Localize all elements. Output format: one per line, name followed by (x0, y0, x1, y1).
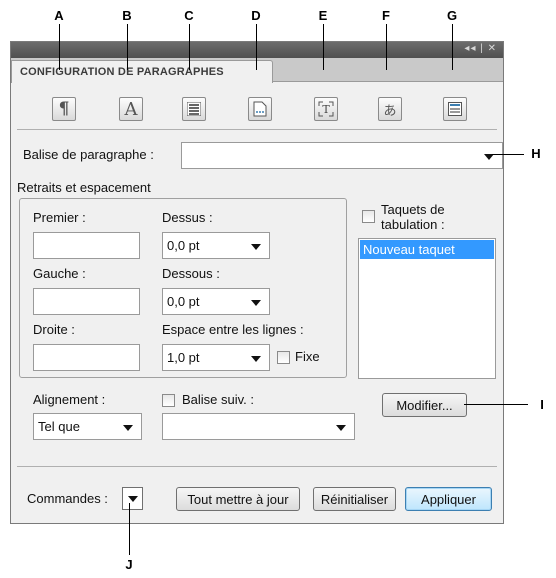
frame-glyph-icon: T (318, 101, 334, 117)
tab-paragraph-settings[interactable]: CONFIGURATION DE PARAGRAPHES (11, 60, 273, 83)
page-break-icon[interactable] (248, 97, 272, 121)
callout-line-a (59, 24, 60, 70)
callout-d: D (251, 8, 261, 23)
chevron-down-icon[interactable] (336, 425, 346, 431)
fixed-label: Fixe (295, 349, 320, 364)
callout-i: I (540, 397, 544, 412)
space-below-value: 0,0 pt (167, 294, 200, 309)
tab-stops-label: Taquets de tabulation : (381, 202, 445, 232)
page-glyph-icon (253, 101, 267, 117)
next-tag-label: Balise suiv. : (182, 392, 255, 407)
paragraph-tag-combo[interactable] (181, 142, 503, 169)
left-indent-field[interactable] (33, 288, 140, 315)
commands-label: Commandes : (27, 491, 108, 506)
lines-glyph-icon (187, 102, 201, 116)
indents-section-title: Retraits et espacement (17, 180, 151, 195)
space-above-value: 0,0 pt (167, 238, 200, 253)
callout-f: F (382, 8, 390, 23)
left-indent-label: Gauche : (33, 266, 86, 281)
chevron-down-icon (128, 496, 138, 502)
callout-line-h (492, 154, 524, 155)
chevron-down-icon[interactable] (251, 300, 261, 306)
callout-g: G (446, 8, 458, 23)
paragraph-settings-panel: ◂◂ | ✕ CONFIGURATION DE PARAGRAPHES ¶ A … (10, 41, 504, 524)
alignment-value: Tel que (38, 419, 80, 434)
next-tag-checkbox[interactable] (162, 394, 175, 407)
alignment-combo[interactable]: Tel que (33, 413, 142, 440)
apply-button[interactable]: Appliquer (405, 487, 492, 511)
footer-separator (17, 466, 497, 467)
line-spacing-combo[interactable]: 1,0 pt (162, 344, 270, 371)
callout-a: A (54, 8, 64, 23)
commands-menu-button[interactable] (122, 487, 143, 510)
japanese-glyph: あ (383, 103, 397, 119)
tab-stops-checkbox[interactable] (362, 210, 375, 223)
alignment-label: Alignement : (33, 392, 106, 407)
update-all-button[interactable]: Tout mettre à jour (176, 487, 300, 511)
svg-text:T: T (322, 103, 330, 116)
callout-b: B (122, 8, 132, 23)
callout-line-j (129, 503, 130, 555)
space-above-combo[interactable]: 0,0 pt (162, 232, 270, 259)
chevron-down-icon[interactable] (251, 244, 261, 250)
right-indent-field[interactable] (33, 344, 140, 371)
pilcrow-icon[interactable]: ¶ (52, 97, 76, 121)
panel-titlebar: ◂◂ | ✕ (11, 42, 503, 58)
callout-line-f (386, 24, 387, 70)
callout-line-b (127, 24, 128, 70)
japanese-text-icon[interactable]: あ (378, 97, 402, 121)
pilcrow-glyph: ¶ (58, 99, 70, 119)
icon-row-separator (17, 129, 497, 130)
line-spacing-label: Espace entre les lignes : (162, 322, 304, 337)
callout-line-c (189, 24, 190, 70)
space-above-label: Dessus : (162, 210, 213, 225)
callout-h: H (531, 146, 541, 161)
next-tag-combo[interactable] (162, 413, 355, 440)
reset-button[interactable]: Réinitialiser (313, 487, 396, 511)
chevron-down-icon[interactable] (123, 425, 133, 431)
numbering-list-icon[interactable] (443, 97, 467, 121)
fixed-checkbox[interactable] (277, 351, 290, 364)
first-indent-label: Premier : (33, 210, 86, 225)
space-below-label: Dessous : (162, 266, 220, 281)
callout-line-e (323, 24, 324, 70)
chevron-down-icon[interactable] (251, 356, 261, 362)
tab-stops-list[interactable]: Nouveau taquet (358, 238, 496, 379)
modify-button[interactable]: Modifier... (382, 393, 467, 417)
tab-stops-list-item-selected[interactable]: Nouveau taquet (360, 240, 494, 259)
callout-line-i (464, 404, 528, 405)
character-format-icon[interactable]: A (119, 97, 143, 121)
collapse-close-controls[interactable]: ◂◂ | ✕ (464, 43, 497, 54)
text-frame-icon[interactable]: T (314, 97, 338, 121)
callout-line-g (452, 24, 453, 70)
callout-e: E (318, 8, 328, 23)
space-below-combo[interactable]: 0,0 pt (162, 288, 270, 315)
character-glyph: A (124, 98, 138, 120)
callout-j: J (125, 557, 133, 572)
line-spacing-value: 1,0 pt (167, 350, 200, 365)
callout-c: C (184, 8, 194, 23)
list-glyph-icon (448, 102, 462, 116)
paragraph-lines-icon[interactable] (182, 97, 206, 121)
callout-line-d (256, 24, 257, 70)
paragraph-tag-label: Balise de paragraphe : (23, 147, 154, 162)
right-indent-label: Droite : (33, 322, 75, 337)
first-indent-field[interactable] (33, 232, 140, 259)
